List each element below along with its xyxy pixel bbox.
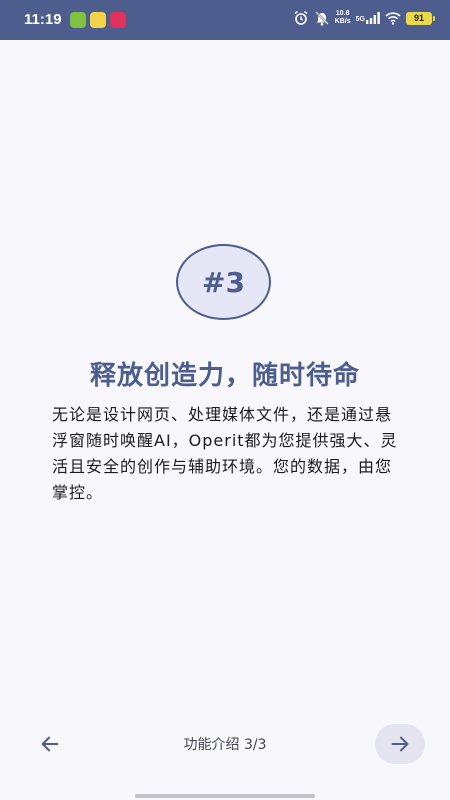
app-notification-icon [90,12,106,28]
home-indicator[interactable] [135,794,315,798]
status-time: 11:19 [24,11,62,28]
notification-icons [70,12,126,28]
alarm-icon [294,10,308,25]
feature-title: 释放创造力，随时待命 [89,361,360,391]
app-notification-icon [70,12,86,28]
cellular-signal: 5G [356,12,380,24]
mute-bell-icon [314,11,329,26]
arrow-right-icon [391,736,409,752]
step-badge: #3 [176,244,271,320]
app-notification-icon [110,12,126,28]
next-button[interactable] [375,724,425,764]
status-indicators: 10.8 KB/s 5G 91 [293,10,435,26]
signal-bars-icon [366,12,380,24]
step-number: #3 [202,265,245,299]
feature-description: 无论是设计网页、处理媒体文件，还是通过悬浮窗随时唤醒AI，Operit都为您提供… [52,405,398,502]
network-speed: 10.8 KB/s [334,10,351,25]
battery-indicator: 91 [406,11,435,25]
status-bar: 11:19 10.8 KB/s 5G 91 [0,0,450,40]
wifi-icon [385,12,401,25]
